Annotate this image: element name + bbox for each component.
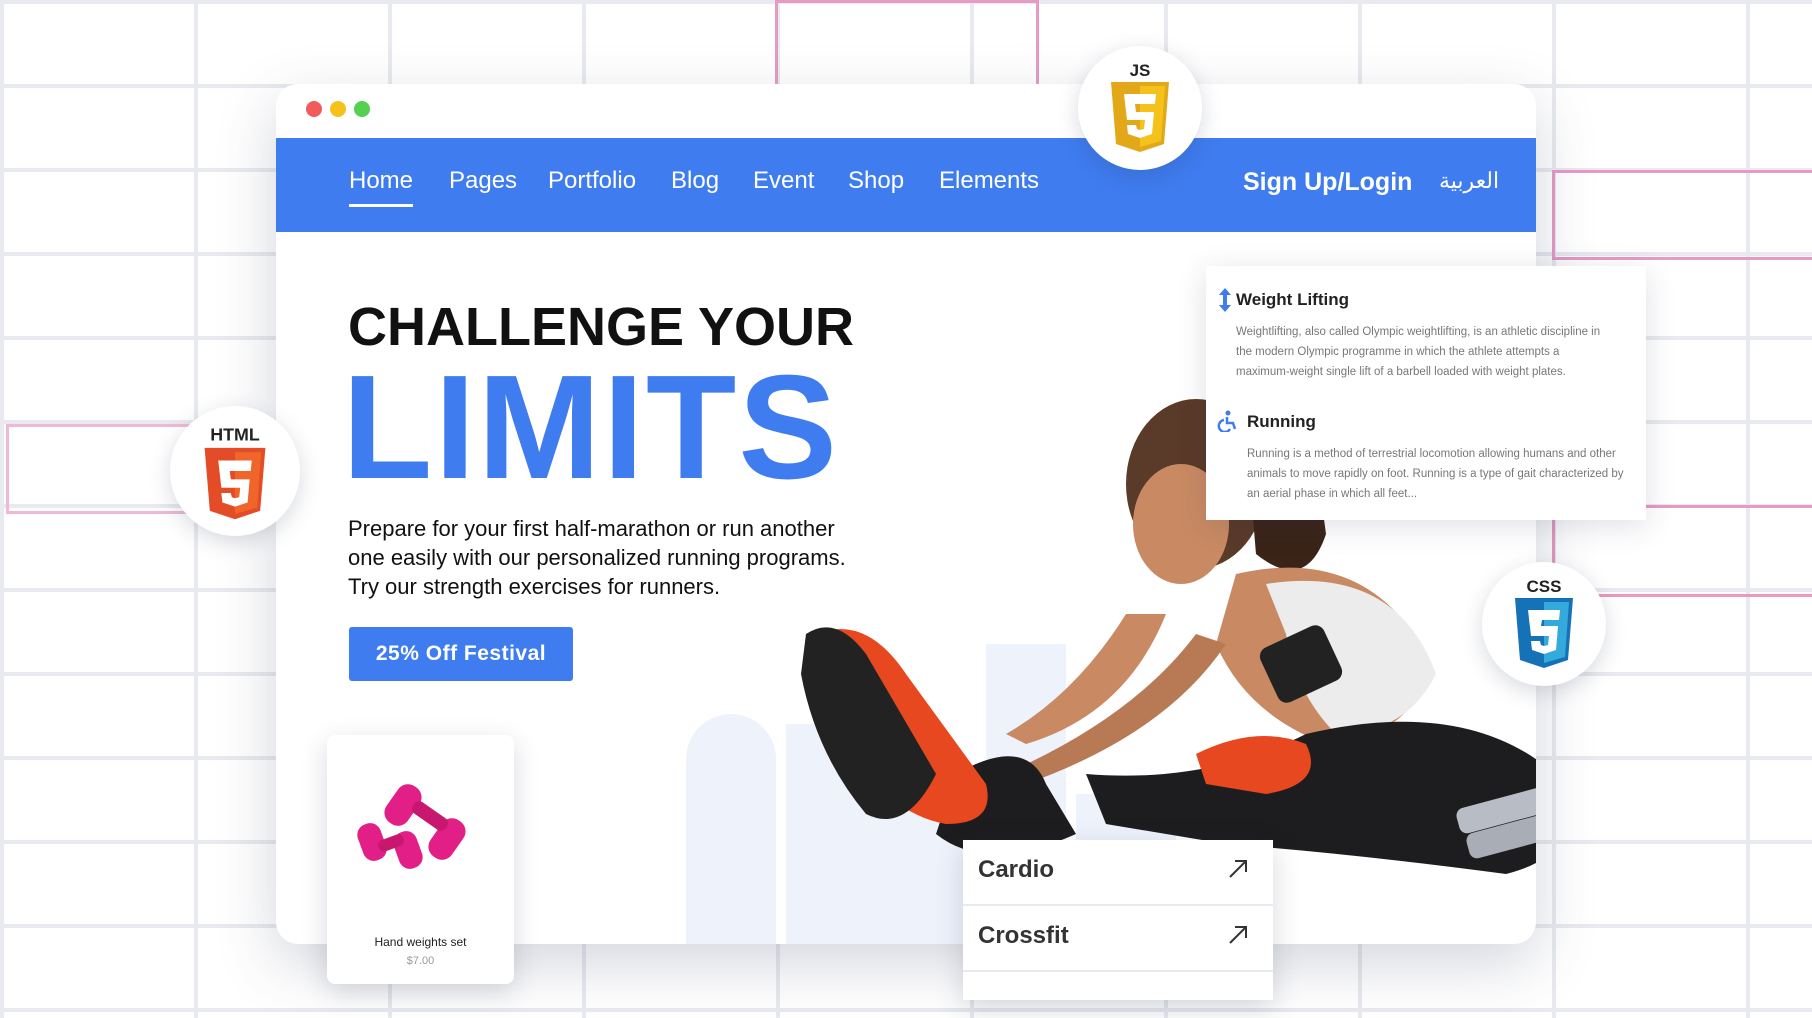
info-title-weight-lifting: Weight Lifting xyxy=(1236,290,1349,309)
css-logo-icon: CSS xyxy=(1515,577,1573,668)
main-nav: Home Pages Portfolio Blog Event Shop Ele… xyxy=(276,138,1536,232)
html-logo-icon: HTML xyxy=(204,425,266,520)
nav-portfolio[interactable]: Portfolio xyxy=(548,167,636,195)
html-badge: HTML xyxy=(170,406,300,536)
html-badge-label: HTML xyxy=(210,425,260,445)
arrow-up-right-icon xyxy=(1229,860,1247,878)
info-text-weight-lifting: Weightlifting, also called Olympic weigh… xyxy=(1236,326,1601,378)
category-label: Crossfit xyxy=(978,922,1069,949)
minimize-dot[interactable] xyxy=(330,101,346,117)
decor-frame xyxy=(775,0,1039,92)
hero-description: Prepare for your first half-marathon or … xyxy=(348,516,846,599)
pink-dumbbells-image xyxy=(357,784,466,869)
js-logo-icon: JS xyxy=(1111,61,1169,152)
nav-blog[interactable]: Blog xyxy=(671,167,719,195)
product-price: $7.00 xyxy=(406,955,435,967)
close-dot[interactable] xyxy=(306,101,322,117)
nav-shop[interactable]: Shop xyxy=(848,167,904,195)
info-card: Weight Lifting Weightlifting, also calle… xyxy=(1206,266,1646,520)
arrow-up-right-icon xyxy=(1229,926,1247,944)
info-text-running: Running is a method of terrestrial locom… xyxy=(1247,448,1624,500)
vertical-arrows-icon xyxy=(1219,288,1231,312)
nav-elements[interactable]: Elements xyxy=(939,167,1039,195)
language-switch[interactable]: العربية xyxy=(1439,168,1499,194)
category-item-cardio[interactable]: Cardio xyxy=(963,840,1273,906)
category-list: Cardio Crossfit xyxy=(963,840,1273,1000)
accessibility-icon xyxy=(1217,410,1237,432)
category-label: Cardio xyxy=(978,856,1055,883)
nav-event[interactable]: Event xyxy=(753,167,814,195)
nav-home[interactable]: Home xyxy=(349,167,414,207)
category-item-crossfit[interactable]: Crossfit xyxy=(963,906,1273,972)
product-card[interactable]: Hand weights set $7.00 xyxy=(327,735,514,984)
js-badge: JS xyxy=(1078,46,1202,170)
js-badge-label: JS xyxy=(1130,61,1151,80)
window-titlebar xyxy=(276,84,1536,138)
maximize-dot[interactable] xyxy=(354,101,370,117)
nav-pages[interactable]: Pages xyxy=(449,167,517,195)
sign-up-login-link[interactable]: Sign Up/Login xyxy=(1243,168,1412,197)
product-name: Hand weights set xyxy=(374,935,467,949)
css-badge: CSS xyxy=(1482,562,1606,686)
hero-title-line2: LIMITS xyxy=(342,345,840,510)
festival-offer-button[interactable]: 25% Off Festival xyxy=(349,627,573,681)
css-badge-label: CSS xyxy=(1527,577,1562,596)
decor-frame xyxy=(1552,170,1812,260)
info-title-running: Running xyxy=(1247,412,1316,431)
